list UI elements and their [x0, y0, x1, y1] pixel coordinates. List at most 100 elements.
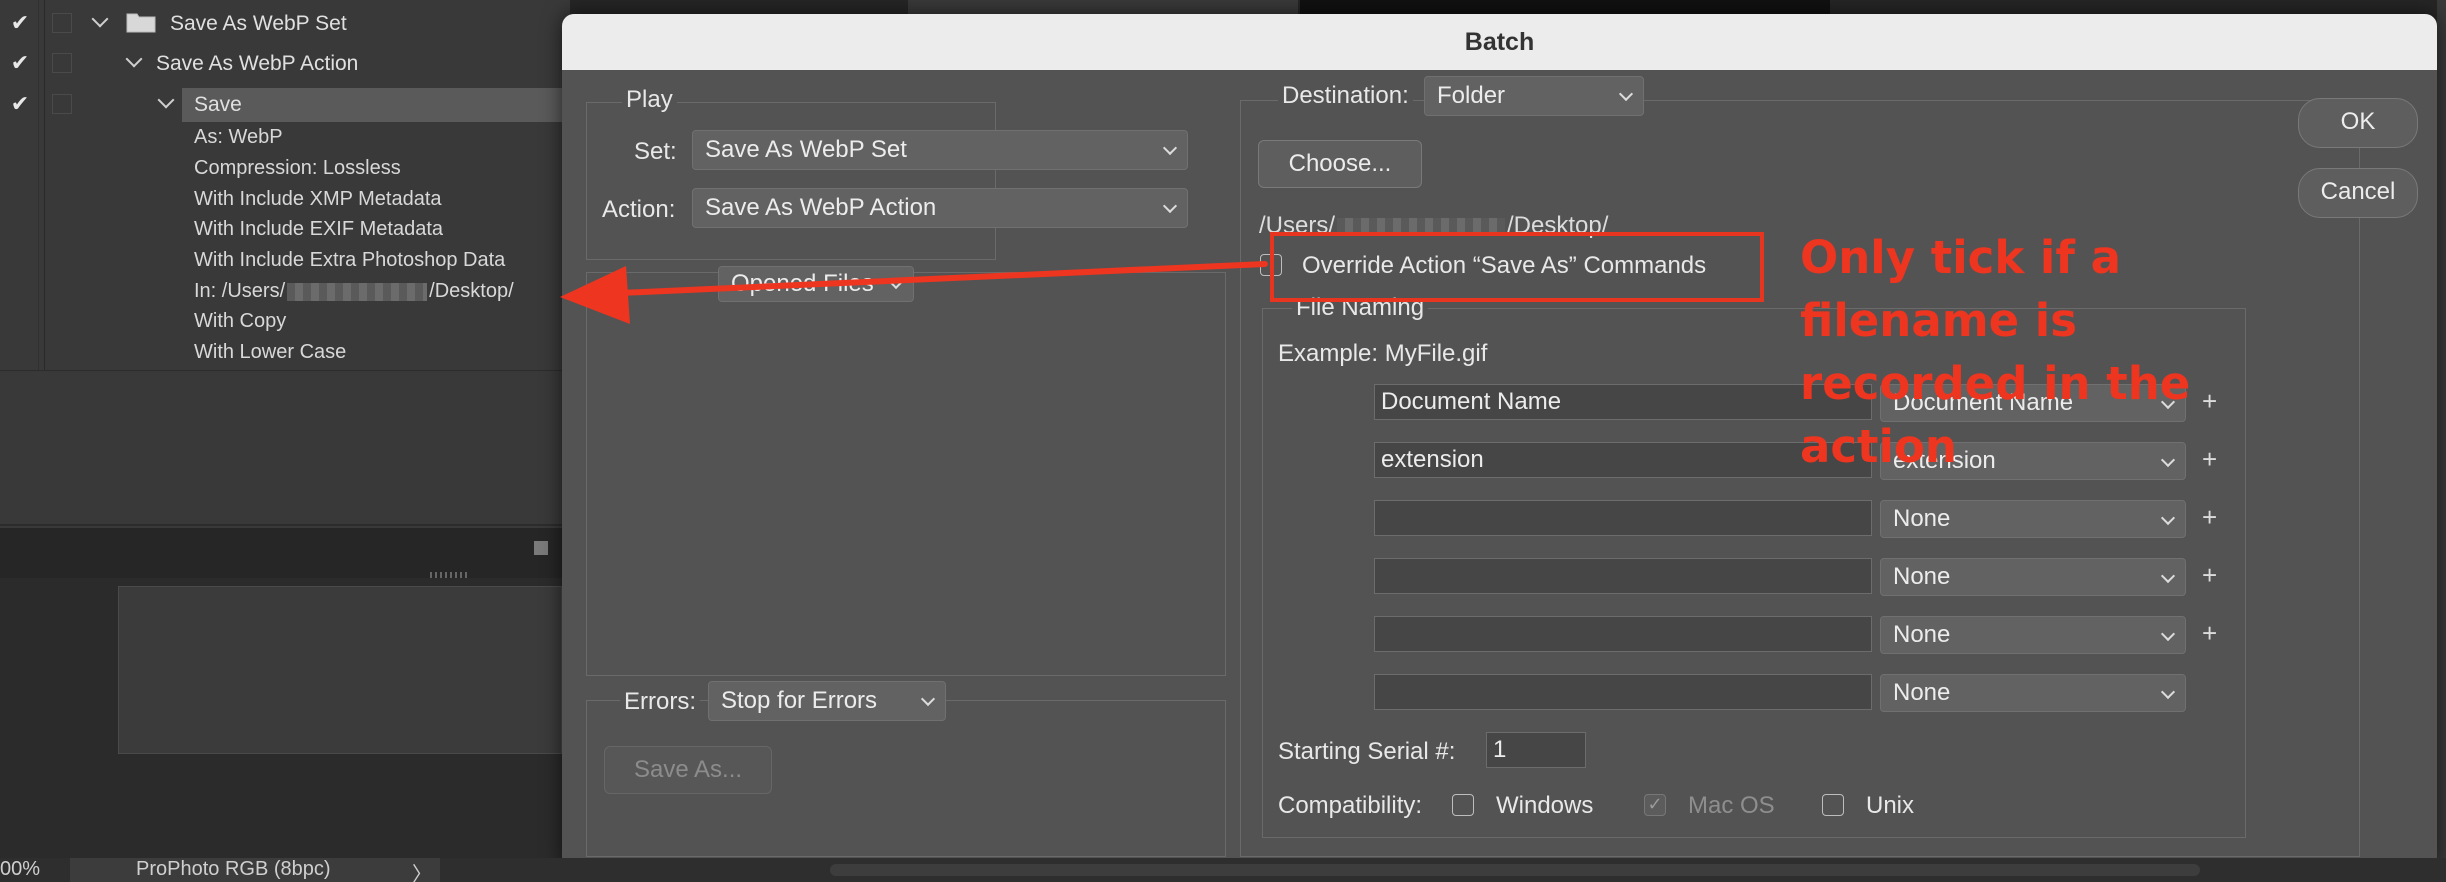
windows-label[interactable]: Windows [1496, 792, 1593, 820]
divider [0, 524, 570, 526]
naming-field-5[interactable] [1374, 616, 1872, 652]
action-value: Save As WebP Action [705, 194, 937, 221]
chevron-down-icon [2160, 684, 2176, 700]
chevron-down-icon [1162, 140, 1178, 156]
destination-value: Folder [1437, 82, 1506, 109]
redacted-username [287, 282, 428, 301]
zoom-level: 00% [0, 858, 41, 880]
add-icon[interactable]: + [2202, 386, 2217, 417]
status-bar: 00% ProPhoto RGB (8bpc) 〉 [0, 858, 2446, 882]
unix-checkbox[interactable] [1822, 794, 1844, 816]
action-name[interactable]: Save As WebP Action [156, 52, 358, 76]
action-label: Action: [602, 196, 676, 223]
action-row[interactable]: ✔ Save As WebP Action [0, 43, 570, 83]
naming-select-3[interactable]: None [1880, 500, 2186, 538]
action-set-name[interactable]: Save As WebP Set [170, 12, 347, 36]
detail-line: With Include EXIF Metadata [194, 218, 444, 240]
chevron-down-icon [2160, 510, 2176, 526]
serial-input[interactable]: 1 [1486, 732, 1586, 768]
naming-field-1[interactable]: Document Name [1374, 384, 1872, 420]
macos-checkbox[interactable]: ✓ [1644, 794, 1666, 816]
detail-path-line: In: /Users/ /Desktop/ [194, 280, 514, 303]
color-profile: ProPhoto RGB (8bpc) [136, 858, 331, 880]
canvas-document [118, 586, 562, 754]
background-panel [908, 0, 1298, 14]
play-legend: Play [622, 86, 677, 114]
errors-select[interactable]: Stop for Errors [708, 681, 946, 721]
naming-field-3[interactable] [1374, 500, 1872, 536]
play-group [586, 102, 996, 260]
macos-label: Mac OS [1688, 792, 1775, 819]
chevron-down-icon[interactable] [125, 50, 143, 68]
add-icon[interactable]: + [2202, 444, 2217, 475]
dialog-toggle[interactable] [52, 53, 72, 73]
folder-icon [126, 11, 156, 33]
set-select[interactable]: Save As WebP Set [692, 130, 1188, 170]
dialog-toggle[interactable] [52, 13, 72, 33]
actions-panel: ✔ Save As WebP Set ✔ Save As WebP Action… [0, 0, 572, 580]
source-group [586, 272, 1226, 676]
detail-line: With Include XMP Metadata [194, 188, 442, 210]
compatibility-label: Compatibility: [1278, 792, 1423, 819]
chevron-down-icon[interactable] [157, 91, 175, 109]
detail-line: With Include Extra Photoshop Data [194, 249, 506, 271]
chevron-down-icon [920, 691, 936, 707]
naming-field-6[interactable] [1374, 674, 1872, 710]
naming-select-value: None [1893, 505, 1951, 532]
unix-label[interactable]: Unix [1866, 792, 1914, 820]
action-select[interactable]: Save As WebP Action [692, 188, 1188, 228]
add-icon[interactable]: + [2202, 560, 2217, 591]
checkmark-icon[interactable]: ✔ [8, 11, 32, 35]
naming-select-value: None [1893, 621, 1951, 648]
naming-select-6[interactable]: None [1880, 674, 2186, 712]
windows-checkbox[interactable] [1452, 794, 1474, 816]
checkmark-icon[interactable]: ✔ [8, 51, 32, 75]
add-icon[interactable]: + [2202, 502, 2217, 533]
command-row[interactable]: ✔ Save [0, 84, 572, 124]
chevron-down-icon[interactable] [91, 10, 109, 28]
annotation-highlight-box [1270, 232, 1764, 302]
destination-select[interactable]: Folder [1424, 76, 1644, 116]
naming-select-5[interactable]: None [1880, 616, 2186, 654]
set-label: Set: [634, 138, 677, 165]
annotation-arrow-icon [560, 261, 1268, 324]
naming-select-value: None [1893, 563, 1951, 590]
background-image [1300, 0, 1830, 14]
errors-value: Stop for Errors [721, 687, 878, 714]
save-as-button[interactable]: Save As... [604, 746, 772, 794]
set-value: Save As WebP Set [705, 136, 907, 163]
destination-label: Destination: [1278, 82, 1413, 110]
horizontal-scrollbar[interactable] [830, 864, 2200, 876]
divider [0, 370, 570, 371]
naming-field-4[interactable] [1374, 558, 1872, 594]
naming-field-2[interactable]: extension [1374, 442, 1872, 478]
resize-handle-icon[interactable] [534, 541, 548, 555]
example-text: Example: MyFile.gif [1278, 340, 1488, 367]
path-prefix: In: /Users/ [194, 280, 286, 302]
background-panel [2437, 0, 2446, 858]
path-suffix: /Desktop/ [429, 280, 514, 302]
detail-line: With Lower Case [194, 341, 347, 363]
action-set-row[interactable]: ✔ Save As WebP Set [0, 3, 570, 43]
chevron-down-icon [2160, 626, 2176, 642]
chevron-down-icon [1162, 198, 1178, 214]
chevron-down-icon [1618, 86, 1634, 102]
choose-button[interactable]: Choose... [1258, 140, 1422, 188]
naming-select-4[interactable]: None [1880, 558, 2186, 596]
add-icon[interactable]: + [2202, 618, 2217, 649]
dialog-title: Batch [562, 14, 2437, 70]
cancel-button[interactable]: Cancel [2298, 168, 2418, 218]
detail-line: Compression: Lossless [194, 157, 401, 179]
dialog-toggle[interactable] [52, 94, 72, 114]
command-name[interactable]: Save [194, 93, 242, 117]
ok-button[interactable]: OK [2298, 98, 2418, 148]
naming-select-value: None [1893, 679, 1951, 706]
detail-line: With Copy [194, 310, 287, 332]
chevron-down-icon [2160, 568, 2176, 584]
checkmark-icon[interactable]: ✔ [8, 92, 32, 116]
annotation-note: Only tick if a filename is recorded in t… [1800, 231, 2191, 473]
chevron-right-icon[interactable]: 〉 [412, 858, 432, 882]
serial-label: Starting Serial #: [1278, 738, 1456, 765]
detail-line: As: WebP [194, 126, 283, 148]
errors-label: Errors: [620, 688, 700, 716]
